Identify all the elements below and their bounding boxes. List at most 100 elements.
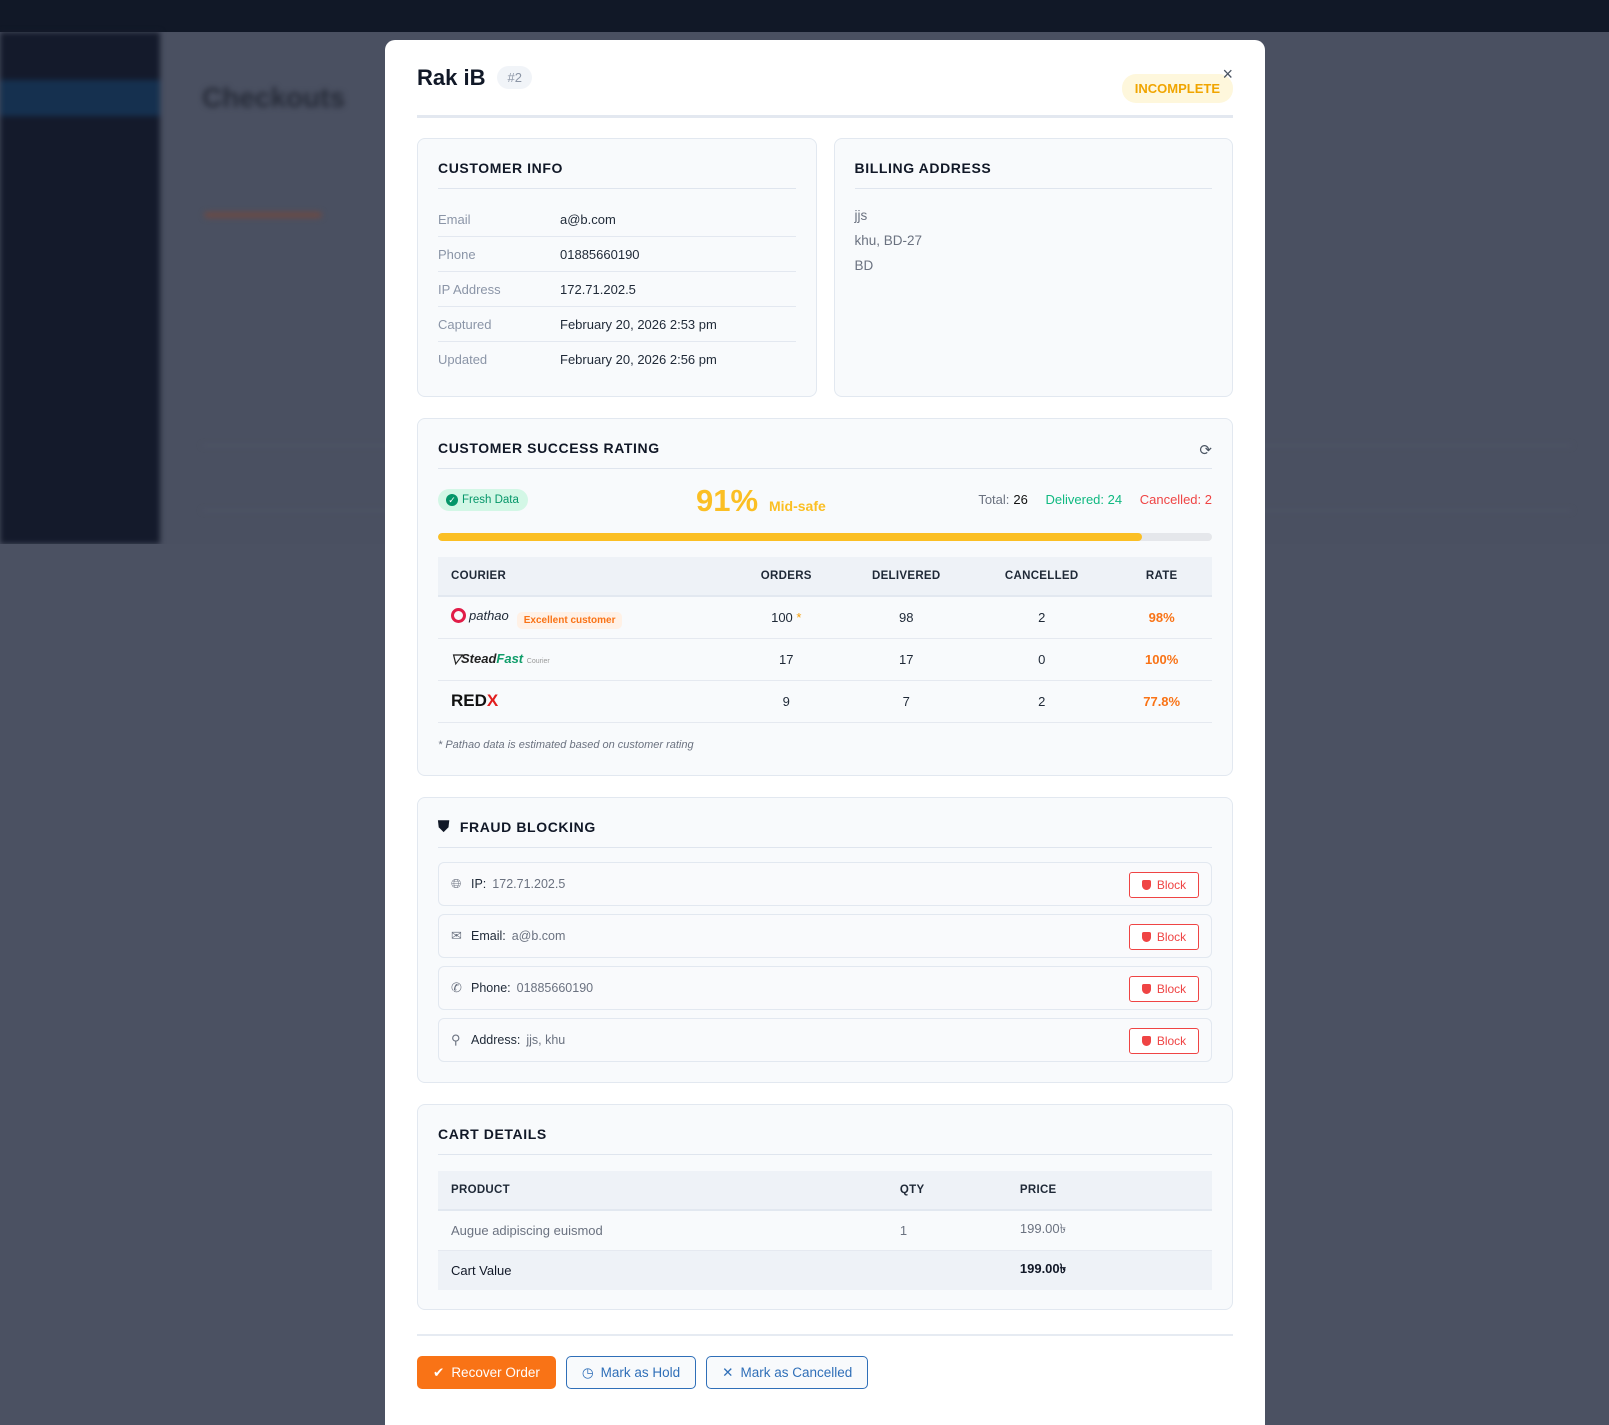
- info-value: a@b.com: [560, 211, 616, 227]
- fraud-label: Phone:: [471, 981, 511, 995]
- pathao-logo: pathao: [451, 608, 509, 624]
- info-row: Captured February 20, 2026 2:53 pm: [438, 307, 796, 342]
- fraud-value: jjs, khu: [526, 1033, 566, 1047]
- section-title: CUSTOMER SUCCESS RATING: [438, 419, 1212, 469]
- check-circle-icon: ✓: [446, 494, 458, 506]
- block-label: Block: [1156, 1034, 1187, 1048]
- total-label: Total:: [978, 492, 1010, 507]
- progress-fill: [438, 533, 1143, 541]
- fraud-row: ✉ Email: a@b.com Block: [438, 914, 1212, 958]
- product-name: Augue adipiscing euismod: [438, 1210, 887, 1251]
- cart-value-label: Cart Value: [438, 1250, 887, 1290]
- delivered: 98: [840, 596, 973, 639]
- info-value: February 20, 2026 2:53 pm: [560, 316, 717, 332]
- block-label: Block: [1156, 930, 1187, 944]
- fraud-value: a@b.com: [511, 929, 566, 943]
- fraud-label: IP:: [471, 877, 487, 891]
- fresh-data-label: Fresh Data: [462, 494, 519, 506]
- admin-sidebar: [0, 32, 160, 544]
- info-label: IP Address: [438, 281, 501, 297]
- cancelled-count: Cancelled: 2: [1139, 492, 1212, 507]
- shield-icon: [1141, 984, 1151, 994]
- delivered-count: Delivered: 24: [1045, 492, 1123, 507]
- customer-success-rating-card: CUSTOMER SUCCESS RATING ⟳ ✓ Fresh Data 91…: [417, 418, 1233, 776]
- block-button[interactable]: Block: [1129, 976, 1199, 1002]
- rate: 98%: [1111, 596, 1212, 639]
- rate: 100%: [1111, 638, 1212, 681]
- product-price: 199.00৳: [1006, 1210, 1212, 1251]
- address-line: jjs: [854, 208, 868, 223]
- mail-icon: ✉: [451, 928, 462, 943]
- table-row: pathao Excellent customer 100 * 98 2 98%: [438, 596, 1212, 639]
- steadfast-name: SteadFast: [461, 651, 524, 666]
- info-label: Phone: [438, 246, 476, 262]
- delivered: 7: [840, 680, 973, 723]
- refresh-icon[interactable]: ⟳: [1199, 441, 1212, 459]
- info-label: Updated: [438, 352, 488, 367]
- total-value: 26: [1013, 492, 1028, 507]
- fraud-value: 01885660190: [516, 981, 594, 995]
- info-row: Phone 01885660190: [438, 237, 796, 272]
- info-label: Captured: [438, 316, 492, 332]
- shield-icon: [1141, 880, 1151, 890]
- product-qty: 1: [886, 1210, 1007, 1251]
- block-button[interactable]: Block: [1129, 1028, 1199, 1054]
- globe-icon: 🌐︎: [451, 876, 462, 891]
- address-line: khu, BD-27: [854, 233, 923, 248]
- col-product: PRODUCT: [438, 1171, 887, 1211]
- orders: 100: [771, 609, 793, 625]
- order-totals: Total: 26 Delivered: 24 Cancelled: 2: [964, 492, 1212, 507]
- cart-details-card: CART DETAILS PRODUCT QTY PRICE Augue adi…: [417, 1104, 1233, 1310]
- checkout-id-badge: #2: [497, 66, 532, 89]
- estimate-star: *: [796, 609, 802, 625]
- courier-table: COURIER ORDERS DELIVERED CANCELLED RATE …: [438, 557, 1212, 723]
- section-title: CUSTOMER INFO: [438, 139, 796, 189]
- table-row: REDX 9 7 2 77.8%: [438, 680, 1212, 723]
- block-label: Block: [1156, 878, 1187, 892]
- fraud-blocking-card: ⛊ FRAUD BLOCKING 🌐︎ IP: 172.71.202.5 Block ✉ E…: [417, 797, 1233, 1083]
- rate: 77.8%: [1111, 680, 1212, 723]
- redx-logo: REDX: [451, 691, 499, 710]
- page-title: Checkouts: [202, 82, 346, 113]
- mark-as-cancelled-button[interactable]: ✕ Mark as Cancelled: [706, 1356, 869, 1389]
- block-button[interactable]: Block: [1129, 924, 1199, 950]
- address-line: BD: [854, 258, 874, 273]
- pin-icon: ⚲: [451, 1032, 461, 1047]
- info-value: 01885660190: [560, 246, 640, 262]
- recover-order-button[interactable]: ✔ Recover Order: [417, 1356, 556, 1389]
- block-button[interactable]: Block: [1129, 872, 1199, 898]
- orders: 9: [732, 680, 841, 723]
- table-row: Augue adipiscing euismod 1 199.00৳: [438, 1210, 1212, 1251]
- shield-icon: [1141, 932, 1151, 942]
- fraud-value: 172.71.202.5: [492, 877, 566, 891]
- info-value: 172.71.202.5: [560, 281, 636, 297]
- excellent-customer-badge: Excellent customer: [516, 612, 623, 630]
- section-title: CART DETAILS: [438, 1105, 1212, 1155]
- x-icon: ✕: [722, 1364, 734, 1380]
- status-badge: INCOMPLETE: [1121, 74, 1233, 103]
- fraud-row: ✆ Phone: 01885660190 Block: [438, 966, 1212, 1010]
- block-label: Block: [1156, 982, 1187, 996]
- mark-as-hold-button[interactable]: ◷ Mark as Hold: [565, 1356, 697, 1389]
- phone-icon: ✆: [451, 980, 462, 995]
- cancelled: 2: [972, 596, 1112, 639]
- cart-table: PRODUCT QTY PRICE Augue adipiscing euism…: [438, 1171, 1212, 1290]
- section-title: FRAUD BLOCKING: [459, 819, 596, 835]
- button-label: Recover Order: [451, 1365, 540, 1380]
- info-row: Updated February 20, 2026 2:56 pm: [438, 342, 796, 377]
- cart-value: 199.00৳: [1006, 1250, 1212, 1290]
- cancelled: 2: [972, 680, 1112, 723]
- fresh-data-badge: ✓ Fresh Data: [438, 489, 528, 511]
- cart-total-row: Cart Value 199.00৳: [438, 1250, 1212, 1290]
- fraud-label: Address:: [471, 1033, 521, 1047]
- fraud-label: Email:: [471, 929, 506, 943]
- col-qty: QTY: [886, 1171, 1007, 1211]
- button-label: Mark as Cancelled: [740, 1365, 853, 1380]
- col-price: PRICE: [1006, 1171, 1212, 1211]
- admin-bar: [0, 0, 1609, 32]
- success-progress-bar: [438, 533, 1212, 541]
- shield-icon: [1141, 1036, 1151, 1046]
- orders: 17: [732, 638, 841, 681]
- close-icon[interactable]: ×: [1222, 64, 1233, 85]
- info-value: February 20, 2026 2:56 pm: [560, 352, 717, 367]
